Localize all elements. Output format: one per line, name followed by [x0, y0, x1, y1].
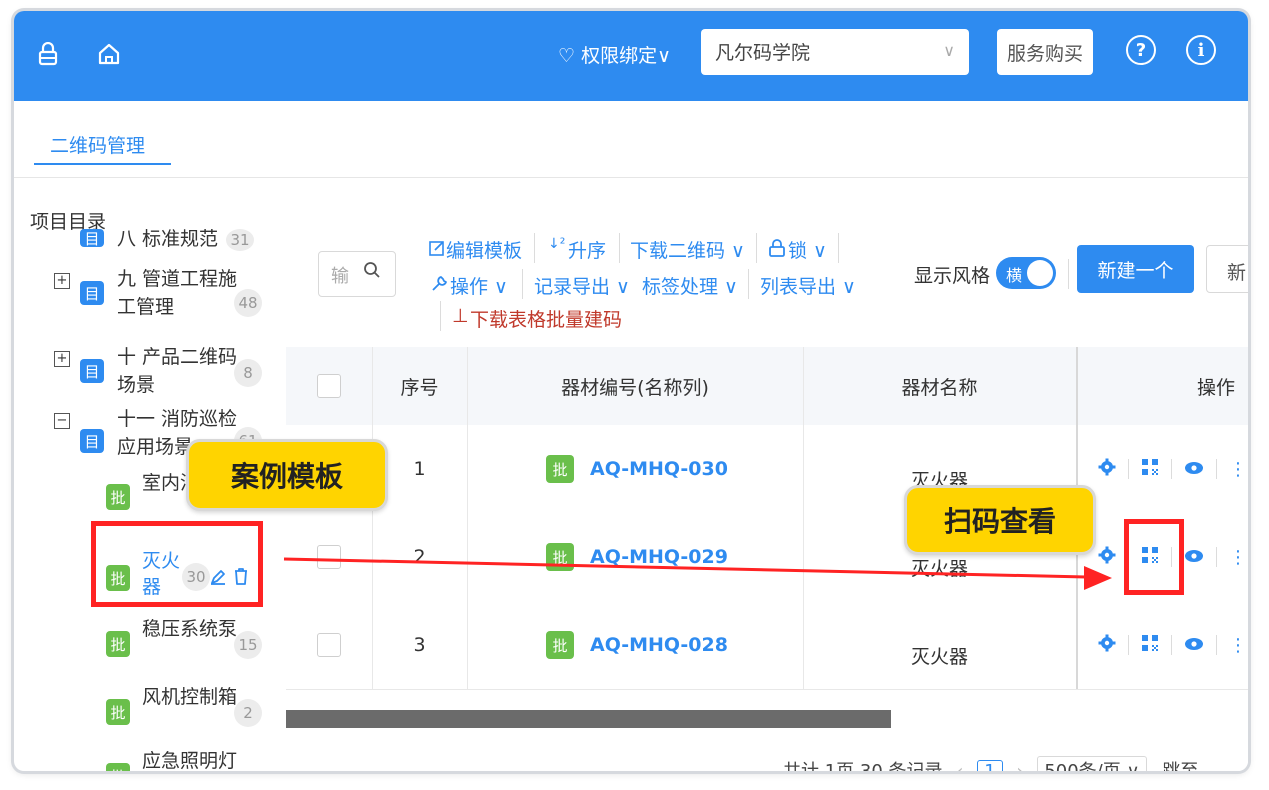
pointer-arrow: [283, 557, 1112, 590]
callout-template-case: 案例模板: [186, 439, 388, 511]
callout-scan-view: 扫码查看: [904, 485, 1096, 555]
app-window: ♡ 权限绑定∨ 凡尔码学院 ∨ 服务购买 ? i 二维码管理 项目目录 目 八 …: [14, 11, 1248, 771]
